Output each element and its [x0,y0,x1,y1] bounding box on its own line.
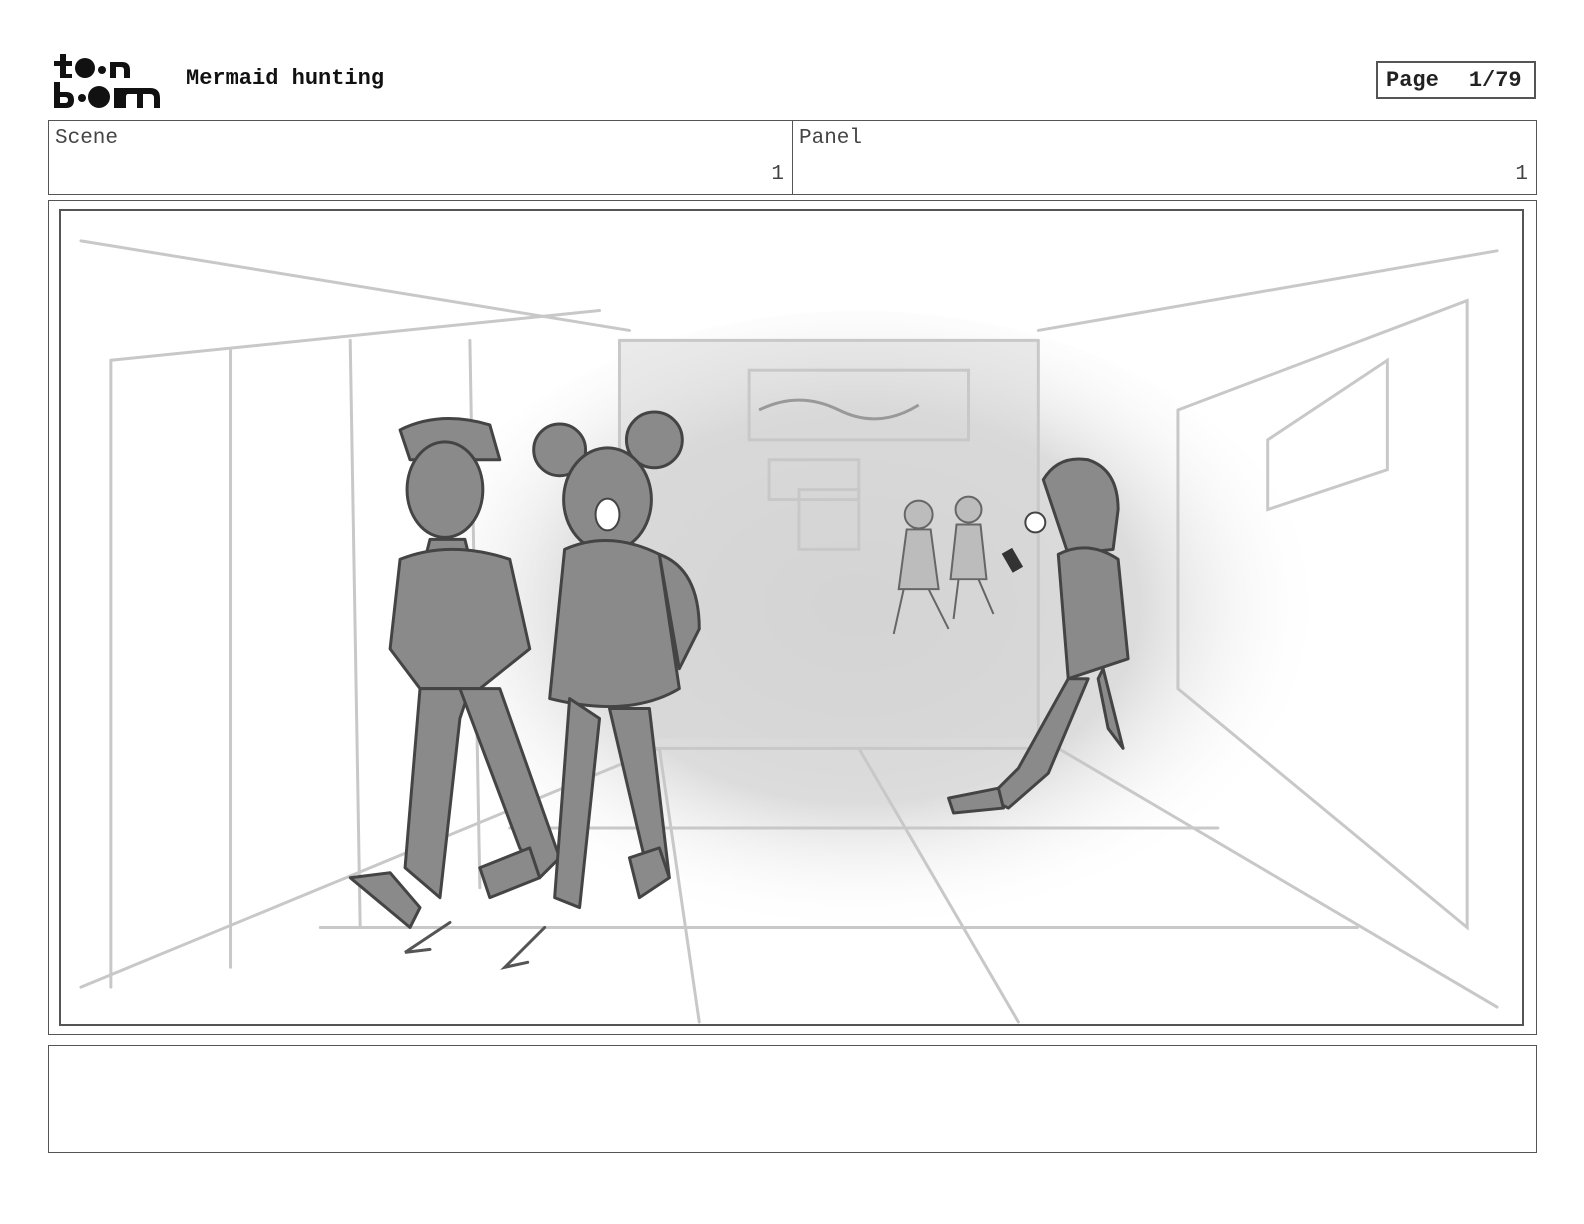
page-label: Page [1386,67,1439,93]
scene-label: Scene [55,127,119,150]
toon-boom-logo [52,52,162,110]
panel-number: 1 [1515,163,1528,186]
panel-notes-box [48,1045,1537,1153]
scene-panel-info: Scene 1 Panel 1 [48,120,1537,195]
page-indicator: Page 1/79 [1376,61,1536,99]
project-title: Mermaid hunting [186,66,385,91]
storyboard-drawing [59,209,1524,1026]
panel-label: Panel [799,127,863,150]
scene-number: 1 [771,163,784,186]
scene-cell: Scene 1 [49,121,792,194]
storyboard-panel-frame [48,200,1537,1035]
panel-cell: Panel 1 [792,121,1536,194]
page-number: 1/79 [1468,67,1522,93]
